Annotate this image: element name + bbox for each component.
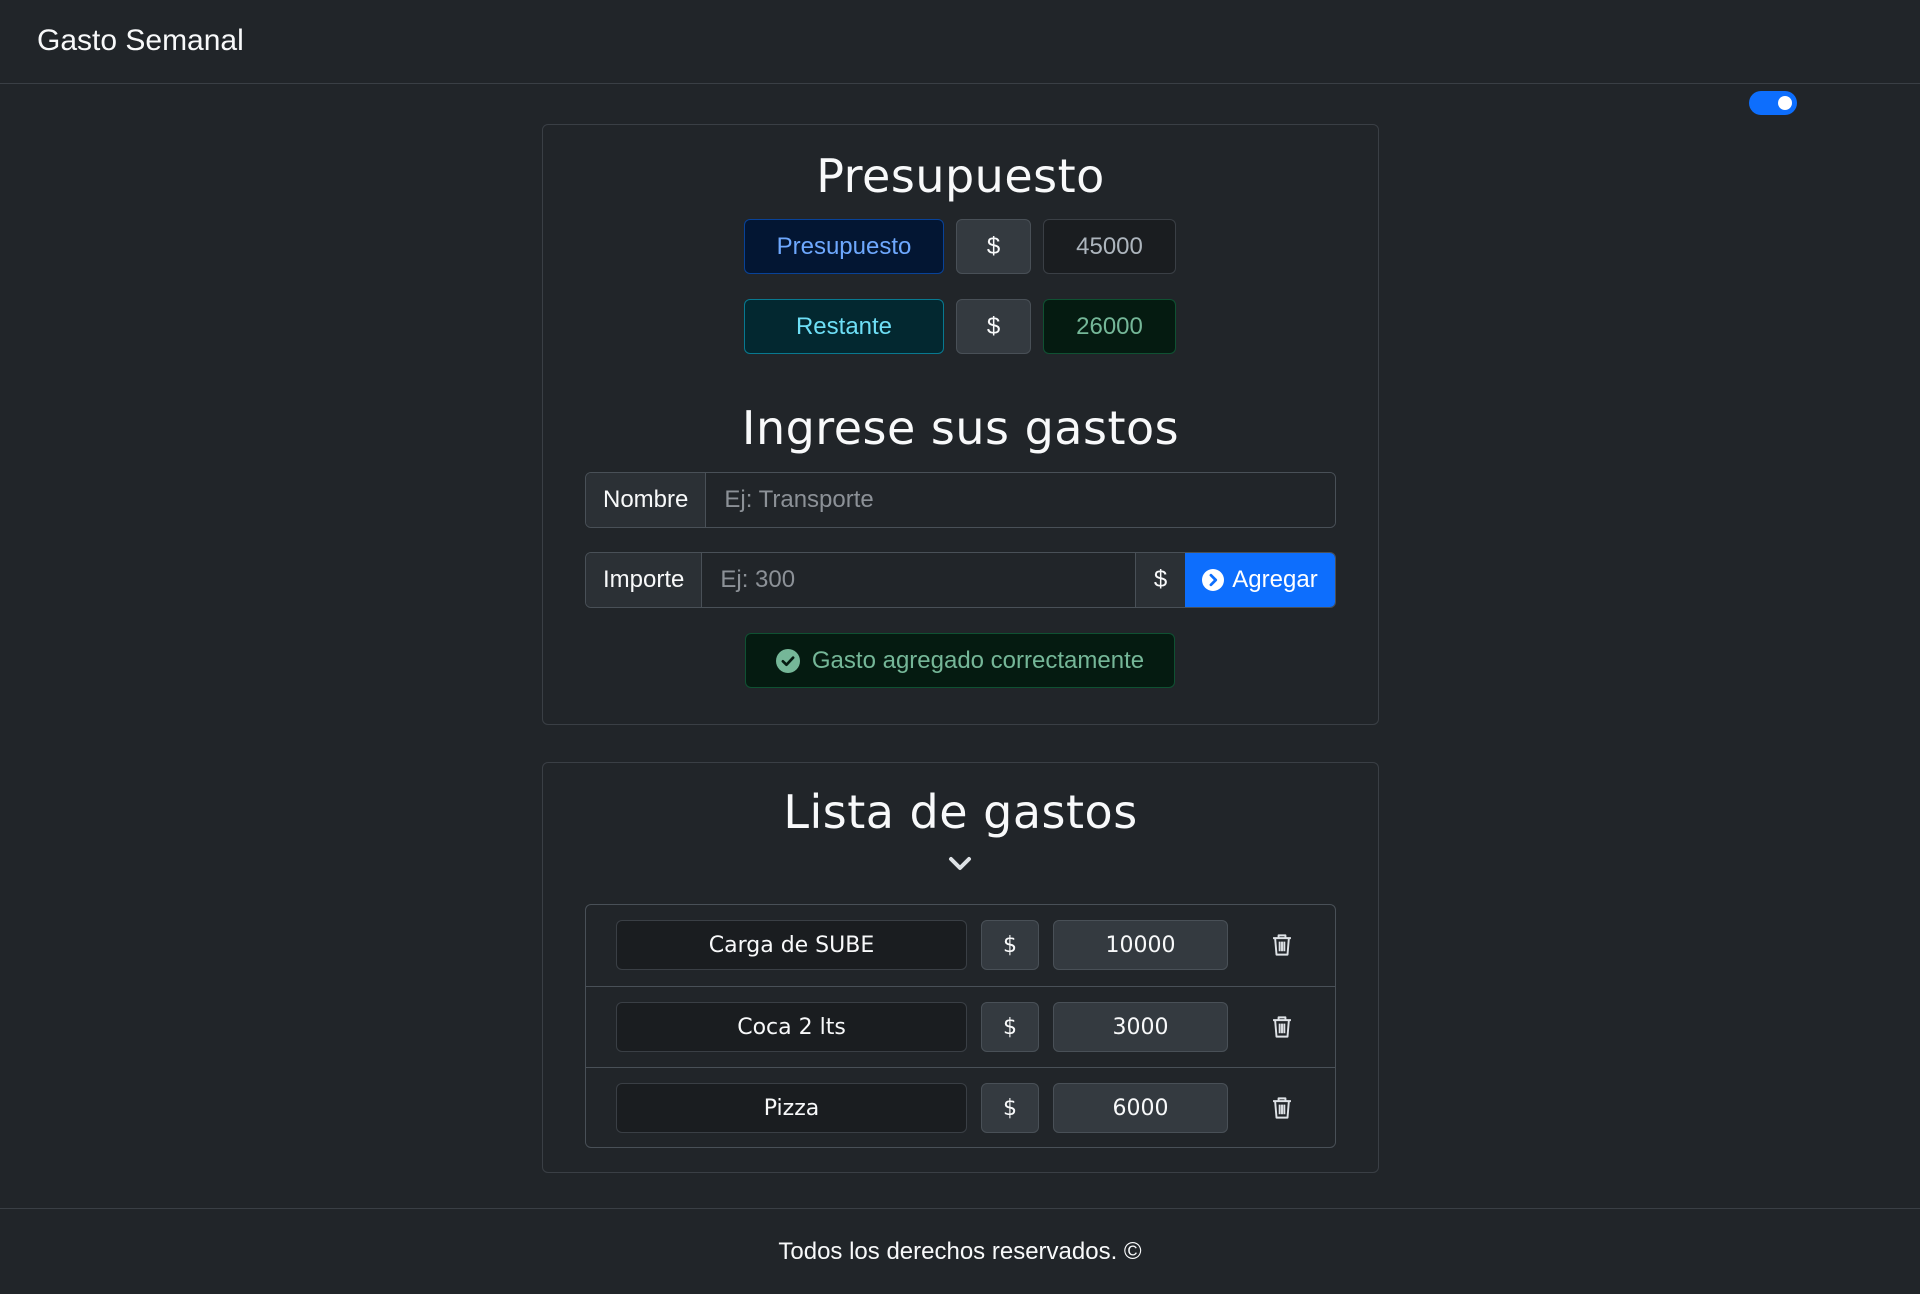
expense-name: Carga de SUBE xyxy=(616,920,967,970)
remaining-value: 26000 xyxy=(1043,299,1176,354)
budget-title: Presupuesto xyxy=(816,149,1105,203)
delete-expense-button[interactable] xyxy=(1268,1013,1296,1041)
expense-list: Carga de SUBE $ 10000 Coca 2 lts $ 3000 … xyxy=(585,904,1336,1148)
remaining-currency-badge: $ xyxy=(956,299,1031,354)
amount-label: Importe xyxy=(586,553,703,607)
alert-message: Gasto agregado correctamente xyxy=(811,646,1145,674)
remaining-label-badge: Restante xyxy=(744,299,944,354)
footer: Todos los derechos reservados. © xyxy=(0,1208,1920,1294)
toggle-knob xyxy=(1778,96,1792,110)
trash-icon xyxy=(1273,934,1291,956)
budget-currency-badge: $ xyxy=(956,219,1031,274)
expenses-title: Lista de gastos xyxy=(783,785,1138,839)
trash-icon xyxy=(1273,1097,1291,1119)
form-title: Ingrese sus gastos xyxy=(741,401,1180,455)
amount-input[interactable] xyxy=(702,553,1135,607)
add-button-label: Agregar xyxy=(1232,566,1318,593)
expense-currency: $ xyxy=(981,1002,1039,1052)
expense-amount: 6000 xyxy=(1053,1083,1228,1133)
budget-value: 45000 xyxy=(1043,219,1176,274)
expense-amount: 3000 xyxy=(1053,1002,1228,1052)
delete-expense-button[interactable] xyxy=(1268,1094,1296,1122)
navbar: Gasto Semanal xyxy=(0,0,1920,84)
check-circle-icon xyxy=(775,648,800,673)
budget-label-badge: Presupuesto xyxy=(744,219,944,274)
chevron-down-icon[interactable] xyxy=(946,853,974,875)
expense-row: Carga de SUBE $ 10000 xyxy=(586,905,1335,986)
expense-name: Coca 2 lts xyxy=(616,1002,967,1052)
trash-icon xyxy=(1273,1016,1291,1038)
theme-toggle-switch[interactable] xyxy=(1749,91,1797,115)
expense-currency: $ xyxy=(981,920,1039,970)
expense-row: Pizza $ 6000 xyxy=(586,1067,1335,1148)
expense-amount: 10000 xyxy=(1053,920,1228,970)
chevron-right-circle-icon xyxy=(1202,569,1225,591)
footer-text: Todos los derechos reservados. © xyxy=(778,1237,1142,1265)
delete-expense-button[interactable] xyxy=(1268,931,1296,959)
amount-input-group: Importe $ Agregar xyxy=(585,552,1336,608)
expense-row: Coca 2 lts $ 3000 xyxy=(586,986,1335,1067)
name-input[interactable] xyxy=(706,473,1335,527)
app-brand[interactable]: Gasto Semanal xyxy=(37,24,244,58)
add-expense-button[interactable]: Agregar xyxy=(1185,553,1335,607)
success-alert: Gasto agregado correctamente xyxy=(745,633,1175,688)
amount-currency: $ xyxy=(1135,553,1185,607)
name-input-group: Nombre xyxy=(585,472,1336,528)
name-label: Nombre xyxy=(586,473,707,527)
expense-name: Pizza xyxy=(616,1083,967,1133)
expense-currency: $ xyxy=(981,1083,1039,1133)
